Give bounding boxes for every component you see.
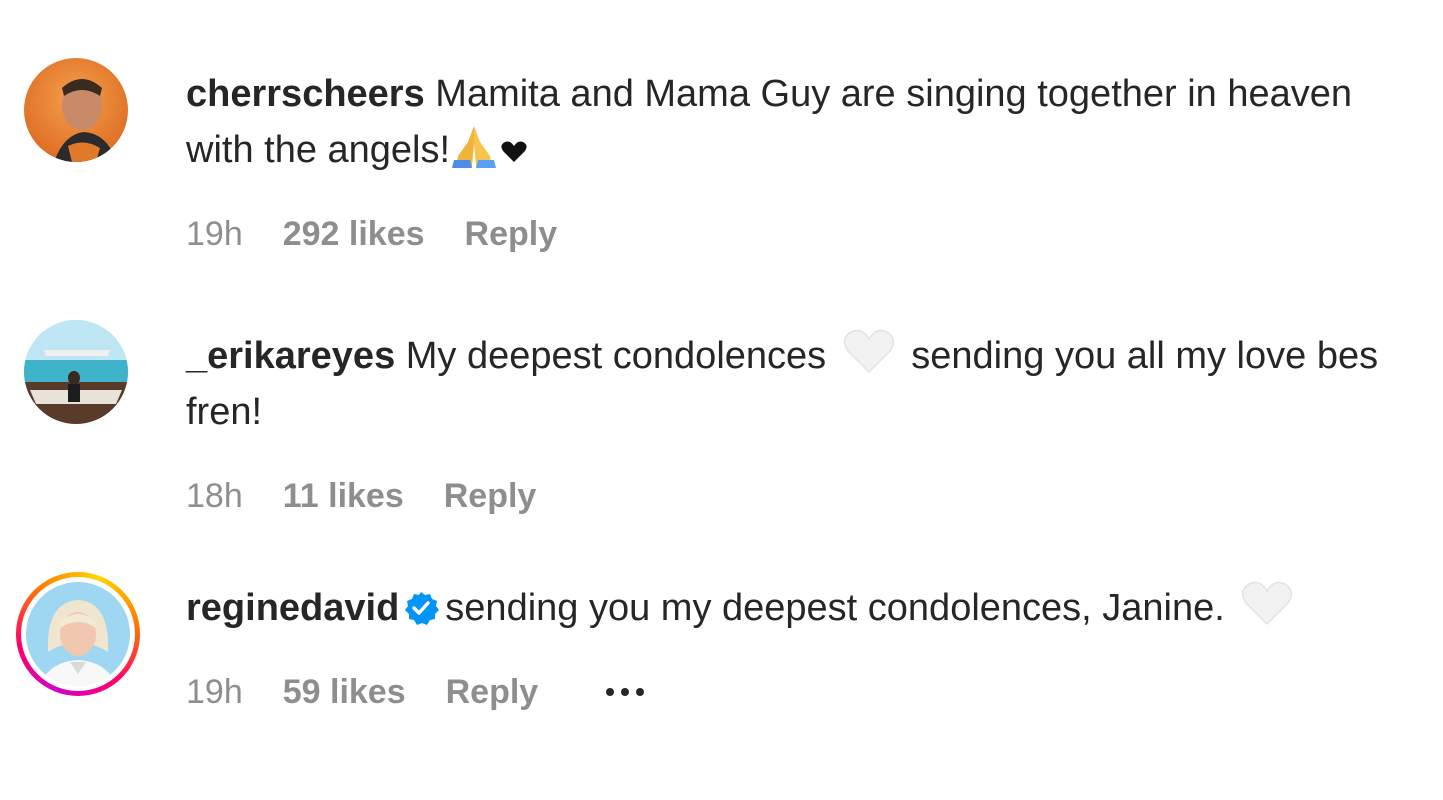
folded-hands-icon	[452, 126, 497, 168]
avatar[interactable]	[24, 320, 128, 424]
reply-button[interactable]: Reply	[446, 672, 539, 712]
comment-username[interactable]: cherrscheers	[186, 73, 425, 115]
black-heart-icon	[501, 141, 527, 162]
comment-meta: 18h 11 likes Reply	[186, 476, 1416, 516]
reply-button[interactable]: Reply	[444, 476, 537, 516]
comment-content: sending you my deepest condolences, Jani…	[445, 587, 1225, 629]
comment-username[interactable]: reginedavid	[186, 587, 399, 629]
avatar-image	[24, 58, 128, 162]
comment-meta: 19h 59 likes Reply	[186, 672, 1416, 712]
white-heart-icon	[843, 329, 894, 374]
comment-likes[interactable]: 292 likes	[283, 214, 425, 254]
avatar	[21, 577, 135, 691]
more-options-icon[interactable]	[606, 688, 645, 696]
comments-list: cherrscheers Mamita and Mama Guy are sin…	[0, 0, 1443, 800]
avatar[interactable]	[24, 58, 128, 162]
comment-content: My deepest condolences	[405, 335, 827, 377]
verified-badge-icon	[405, 592, 440, 625]
avatar-image	[26, 582, 130, 686]
white-heart-icon	[1242, 581, 1293, 626]
comment-text: reginedavid sending you my deepest condo…	[186, 580, 1416, 636]
comment-time[interactable]: 19h	[186, 214, 243, 254]
comment-meta: 19h 292 likes Reply	[186, 214, 1416, 254]
comment-likes[interactable]: 59 likes	[283, 672, 406, 712]
avatar-story-ring[interactable]	[16, 572, 140, 696]
comment-username[interactable]: _erikareyes	[186, 335, 395, 377]
comment-text: _erikareyes My deepest condolences sendi…	[186, 328, 1416, 440]
avatar-image	[24, 320, 128, 424]
comment-time[interactable]: 19h	[186, 672, 243, 712]
comment-text: cherrscheers Mamita and Mama Guy are sin…	[186, 66, 1416, 178]
reply-button[interactable]: Reply	[465, 214, 558, 254]
comment-likes[interactable]: 11 likes	[283, 476, 404, 516]
comment-time[interactable]: 18h	[186, 476, 243, 516]
